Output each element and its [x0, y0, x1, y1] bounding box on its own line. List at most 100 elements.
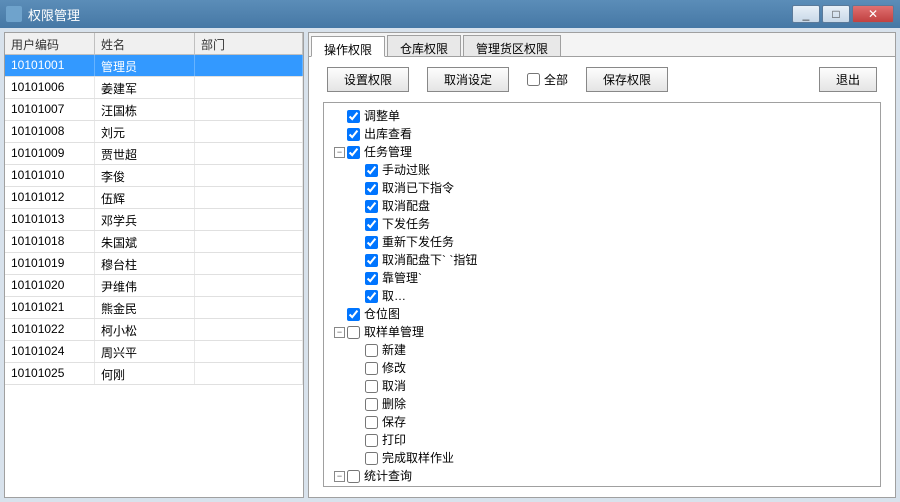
tree-label[interactable]: 保存: [380, 413, 408, 431]
tree-node[interactable]: 新建: [352, 341, 874, 359]
tree-node[interactable]: 仓位图: [334, 305, 874, 323]
tree-checkbox[interactable]: [347, 308, 360, 321]
close-button[interactable]: ✕: [852, 5, 894, 23]
tree-checkbox[interactable]: [365, 452, 378, 465]
tree-label[interactable]: 出库查看: [362, 125, 414, 143]
tree-node[interactable]: 靠管理`: [352, 269, 874, 287]
tree-label[interactable]: 手动过账: [380, 161, 432, 179]
save-permission-button[interactable]: 保存权限: [586, 67, 668, 92]
tree-label[interactable]: 任务管理: [362, 143, 414, 161]
table-row[interactable]: 10101007汪国栋: [5, 99, 303, 121]
tree-label[interactable]: 新建: [380, 341, 408, 359]
tree-checkbox[interactable]: [365, 362, 378, 375]
grid-body[interactable]: 10101001管理员10101006姜建军10101007汪国栋1010100…: [5, 55, 303, 495]
tree-label[interactable]: 仓位图: [362, 305, 402, 323]
tree-label[interactable]: 靠管理`: [380, 269, 424, 287]
tree-checkbox[interactable]: [365, 380, 378, 393]
tree-checkbox[interactable]: [365, 416, 378, 429]
tree-node[interactable]: 取…: [352, 287, 874, 305]
table-row[interactable]: 10101001管理员: [5, 55, 303, 77]
tree-label[interactable]: 取消已下指令: [380, 179, 456, 197]
tree-node[interactable]: 打印: [352, 431, 874, 449]
tree-node[interactable]: 取消已下指令: [352, 179, 874, 197]
table-row[interactable]: 10101024周兴平: [5, 341, 303, 363]
tree-label[interactable]: 取消配盘下` `指钮: [380, 251, 479, 269]
tree-checkbox[interactable]: [347, 128, 360, 141]
table-row[interactable]: 10101009贾世超: [5, 143, 303, 165]
tree-label[interactable]: 库存明细: [380, 485, 432, 487]
expander-icon[interactable]: −: [334, 147, 345, 158]
tree-label[interactable]: 打印: [380, 431, 408, 449]
tree-checkbox[interactable]: [365, 272, 378, 285]
col-header-code[interactable]: 用户编码: [5, 33, 95, 54]
expander-icon[interactable]: −: [334, 327, 345, 338]
tree-checkbox[interactable]: [365, 182, 378, 195]
tree-node[interactable]: 重新下发任务: [352, 233, 874, 251]
tree-label[interactable]: 重新下发任务: [380, 233, 456, 251]
tree-checkbox[interactable]: [347, 470, 360, 483]
col-header-dept[interactable]: 部门: [195, 33, 303, 54]
tree-node[interactable]: 出库查看: [334, 125, 874, 143]
tree-checkbox[interactable]: [347, 326, 360, 339]
tab-1[interactable]: 仓库权限: [387, 35, 461, 56]
table-row[interactable]: 10101019穆台柱: [5, 253, 303, 275]
tree-node[interactable]: 手动过账: [352, 161, 874, 179]
tree-label[interactable]: 取…: [380, 287, 408, 305]
tree-checkbox[interactable]: [365, 434, 378, 447]
tree-node[interactable]: 修改: [352, 359, 874, 377]
tree-checkbox[interactable]: [365, 164, 378, 177]
table-row[interactable]: 10101022柯小松: [5, 319, 303, 341]
minimize-button[interactable]: _: [792, 5, 820, 23]
tab-2[interactable]: 管理货区权限: [463, 35, 561, 56]
tree-label[interactable]: 完成取样作业: [380, 449, 456, 467]
table-row[interactable]: 10101025何刚: [5, 363, 303, 385]
tree-label[interactable]: 修改: [380, 359, 408, 377]
tree-node[interactable]: 取消: [352, 377, 874, 395]
tree-node[interactable]: 调整单: [334, 107, 874, 125]
all-checkbox[interactable]: 全部: [527, 71, 568, 88]
table-row[interactable]: 10101020尹维伟: [5, 275, 303, 297]
tab-0[interactable]: 操作权限: [311, 36, 385, 57]
tree-checkbox[interactable]: [365, 254, 378, 267]
tree-checkbox[interactable]: [365, 398, 378, 411]
table-row[interactable]: 10101012伍辉: [5, 187, 303, 209]
tree-label[interactable]: 取样单管理: [362, 323, 426, 341]
tree-node[interactable]: 库存明细: [352, 485, 874, 487]
tree-label[interactable]: 取消配盘: [380, 197, 432, 215]
tree-node[interactable]: 完成取样作业: [352, 449, 874, 467]
tree-node[interactable]: 删除: [352, 395, 874, 413]
all-checkbox-input[interactable]: [527, 73, 540, 86]
table-row[interactable]: 10101008刘元: [5, 121, 303, 143]
expander-icon[interactable]: −: [334, 471, 345, 482]
tree-checkbox[interactable]: [365, 236, 378, 249]
tree-node[interactable]: − 任务管理: [334, 143, 874, 161]
tree-checkbox[interactable]: [365, 290, 378, 303]
permission-tree-container[interactable]: 调整单出库查看 − 任务管理手动过账取消已下指令取消配盘下发任务重新下发任务取消配盘…: [323, 102, 881, 487]
tree-node[interactable]: − 取样单管理: [334, 323, 874, 341]
tree-label[interactable]: 下发任务: [380, 215, 432, 233]
tree-checkbox[interactable]: [365, 344, 378, 357]
cancel-setting-button[interactable]: 取消设定: [427, 67, 509, 92]
tree-label[interactable]: 删除: [380, 395, 408, 413]
maximize-button[interactable]: □: [822, 5, 850, 23]
col-header-name[interactable]: 姓名: [95, 33, 195, 54]
tree-label[interactable]: 统计查询: [362, 467, 414, 485]
tree-checkbox[interactable]: [347, 146, 360, 159]
tree-checkbox[interactable]: [347, 110, 360, 123]
tree-node[interactable]: − 统计查询: [334, 467, 874, 485]
table-row[interactable]: 10101010李俊: [5, 165, 303, 187]
exit-button[interactable]: 退出: [819, 67, 877, 92]
tree-node[interactable]: 保存: [352, 413, 874, 431]
tree-node[interactable]: 取消配盘: [352, 197, 874, 215]
table-row[interactable]: 10101006姜建军: [5, 77, 303, 99]
set-permission-button[interactable]: 设置权限: [327, 67, 409, 92]
tree-label[interactable]: 调整单: [362, 107, 402, 125]
tree-node[interactable]: 下发任务: [352, 215, 874, 233]
tree-checkbox[interactable]: [365, 200, 378, 213]
table-row[interactable]: 10101018朱国斌: [5, 231, 303, 253]
table-row[interactable]: 10101013邓学兵: [5, 209, 303, 231]
tree-label[interactable]: 取消: [380, 377, 408, 395]
tree-checkbox[interactable]: [365, 218, 378, 231]
tree-node[interactable]: 取消配盘下` `指钮: [352, 251, 874, 269]
table-row[interactable]: 10101021熊金民: [5, 297, 303, 319]
